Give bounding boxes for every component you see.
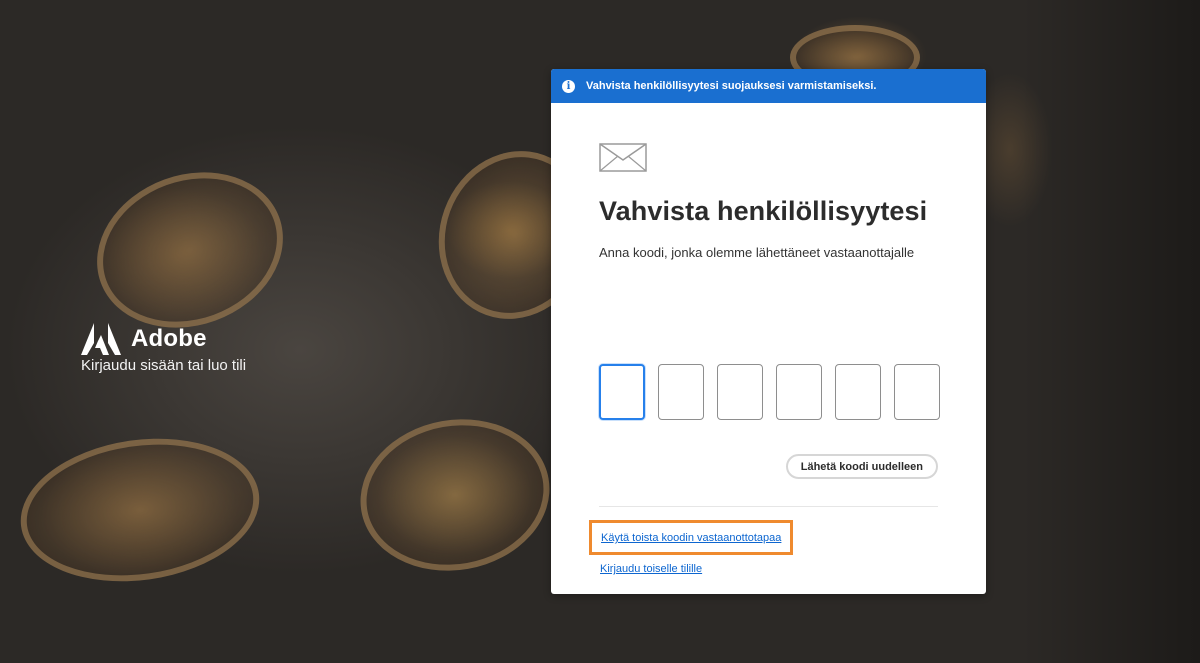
code-input-group: [599, 364, 940, 420]
code-digit-4[interactable]: [776, 364, 822, 420]
page-subtitle: Anna koodi, jonka olemme lähettäneet vas…: [599, 245, 915, 260]
divider: [599, 506, 938, 507]
highlight-box: Käytä toista koodin vastaanottotapaa: [589, 520, 794, 555]
code-digit-1[interactable]: [599, 364, 645, 420]
brand-name: Adobe: [131, 325, 207, 352]
code-digit-3[interactable]: [717, 364, 763, 420]
verification-card: i Vahvista henkilöllisyytesi suojauksesi…: [551, 69, 986, 594]
mail-icon: [599, 143, 647, 172]
page-title: Vahvista henkilöllisyytesi: [599, 196, 928, 226]
info-banner: i Vahvista henkilöllisyytesi suojauksesi…: [551, 69, 986, 103]
banner-text: Vahvista henkilöllisyytesi suojauksesi v…: [586, 80, 877, 92]
code-digit-6[interactable]: [894, 364, 940, 420]
other-account-link[interactable]: Kirjaudu toiselle tilille: [600, 563, 702, 575]
resend-code-button[interactable]: Lähetä koodi uudelleen: [785, 454, 938, 479]
code-digit-2[interactable]: [658, 364, 704, 420]
alternate-method-link[interactable]: Käytä toista koodin vastaanottotapaa: [601, 532, 781, 544]
info-icon: i: [562, 79, 575, 93]
brand-block: Adobe Kirjaudu sisään tai luo tili: [81, 323, 246, 374]
brand-tagline: Kirjaudu sisään tai luo tili: [81, 357, 247, 374]
code-digit-5[interactable]: [835, 364, 881, 420]
background-shade: [1020, 0, 1200, 663]
adobe-logo-icon: [81, 323, 121, 355]
